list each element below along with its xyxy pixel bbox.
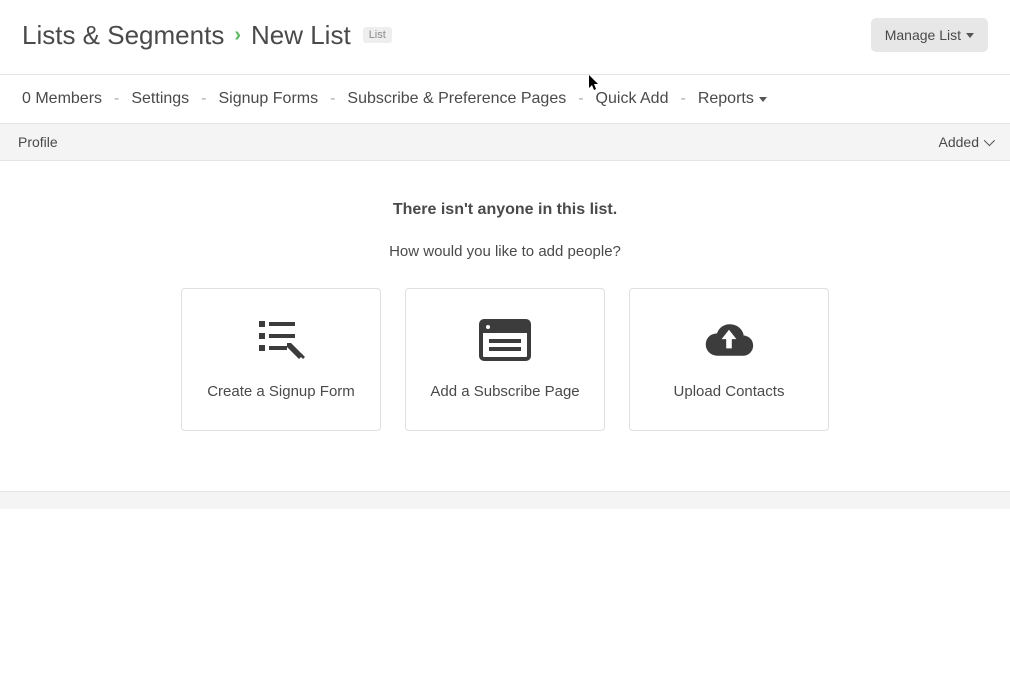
- table-header-row: Profile Added: [0, 123, 1010, 161]
- manage-list-button[interactable]: Manage List: [871, 18, 988, 52]
- card-label: Upload Contacts: [674, 383, 785, 400]
- caret-down-icon: [759, 97, 767, 102]
- cloud-upload-icon: [703, 319, 755, 361]
- empty-state-subtitle: How would you like to add people?: [0, 243, 1010, 260]
- bottom-bar: [0, 491, 1010, 509]
- nav-separator: -: [330, 90, 335, 108]
- breadcrumb-current: New List: [251, 20, 351, 51]
- manage-list-label: Manage List: [885, 27, 961, 43]
- caret-down-icon: [966, 33, 974, 38]
- sub-navigation: 0 Members - Settings - Signup Forms - Su…: [0, 75, 1010, 123]
- nav-settings[interactable]: Settings: [131, 90, 189, 108]
- nav-quick-add[interactable]: Quick Add: [596, 90, 669, 108]
- nav-signup-forms[interactable]: Signup Forms: [219, 90, 319, 108]
- empty-state: There isn't anyone in this list. How wou…: [0, 161, 1010, 491]
- page-header: Lists & Segments › New List List Manage …: [0, 0, 1010, 74]
- card-label: Create a Signup Form: [207, 383, 355, 400]
- column-header-added[interactable]: Added: [939, 134, 992, 150]
- option-cards: Create a Signup Form Add a Subscribe Pag…: [0, 288, 1010, 431]
- column-header-profile[interactable]: Profile: [18, 134, 58, 150]
- nav-separator: -: [201, 90, 206, 108]
- empty-state-title: There isn't anyone in this list.: [0, 201, 1010, 219]
- nav-separator: -: [680, 90, 685, 108]
- nav-separator: -: [114, 90, 119, 108]
- breadcrumb-root-link[interactable]: Lists & Segments: [22, 20, 224, 51]
- form-edit-icon: [255, 319, 307, 361]
- nav-separator: -: [578, 90, 583, 108]
- card-create-signup-form[interactable]: Create a Signup Form: [181, 288, 381, 431]
- chevron-right-icon: ›: [234, 24, 241, 47]
- card-label: Add a Subscribe Page: [430, 383, 579, 400]
- breadcrumb: Lists & Segments › New List List: [22, 20, 392, 51]
- nav-reports-label: Reports: [698, 90, 754, 108]
- nav-reports-dropdown[interactable]: Reports: [698, 90, 767, 108]
- card-add-subscribe-page[interactable]: Add a Subscribe Page: [405, 288, 605, 431]
- list-type-badge: List: [363, 27, 392, 43]
- card-upload-contacts[interactable]: Upload Contacts: [629, 288, 829, 431]
- browser-window-icon: [479, 319, 531, 361]
- chevron-down-icon: [984, 135, 995, 146]
- nav-members[interactable]: 0 Members: [22, 90, 102, 108]
- column-header-added-label: Added: [939, 134, 979, 150]
- nav-subscribe-pages[interactable]: Subscribe & Preference Pages: [347, 90, 566, 108]
